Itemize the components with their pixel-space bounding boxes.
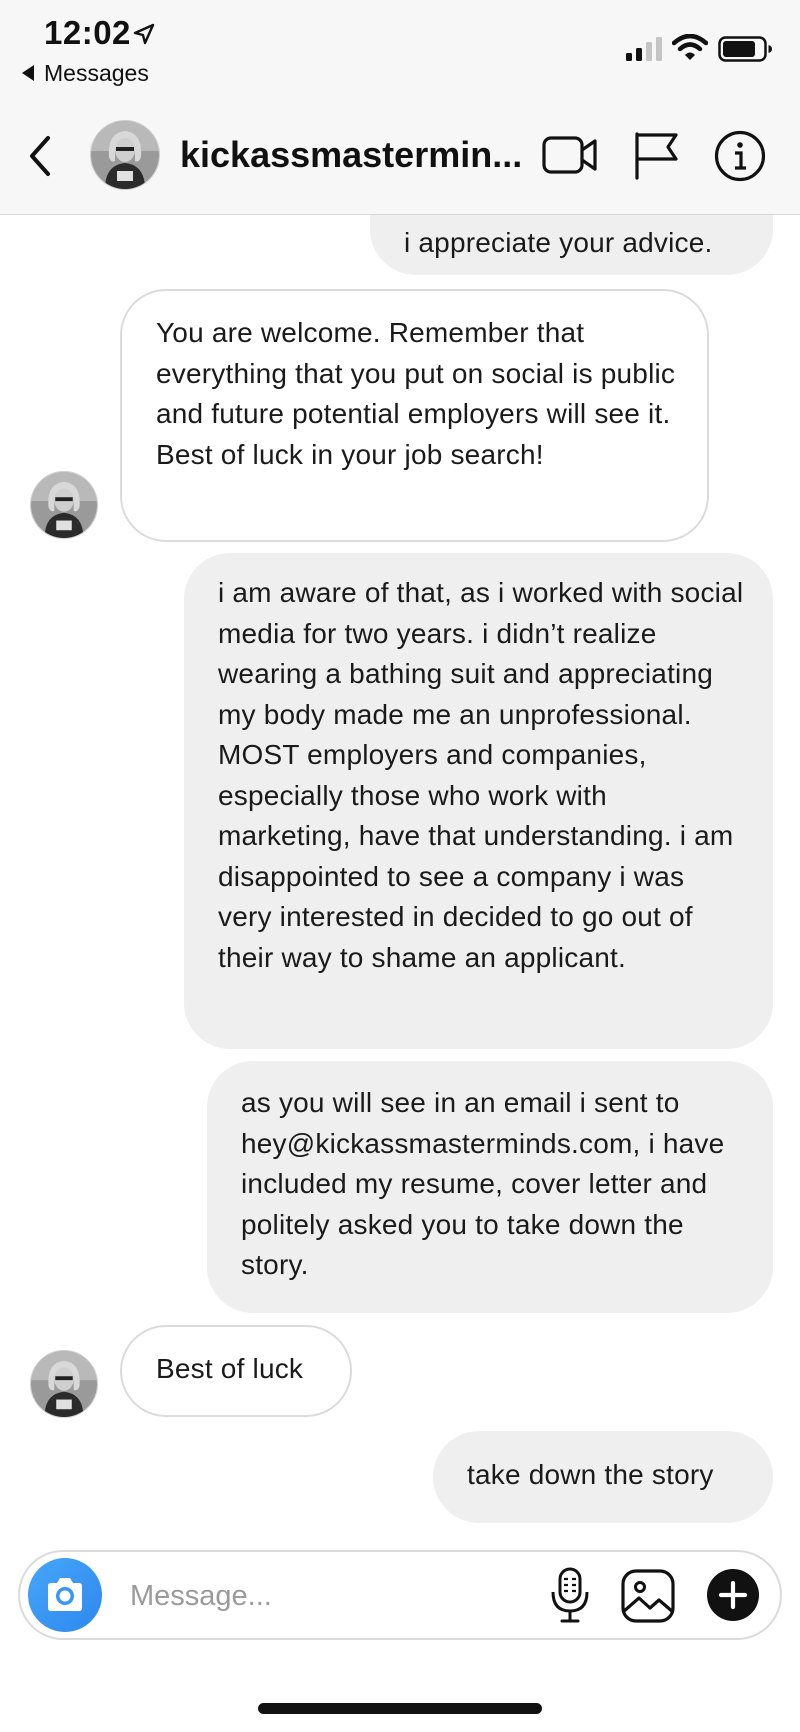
sender-avatar[interactable] (30, 471, 98, 539)
sender-avatar[interactable] (30, 1350, 98, 1418)
message-bubble-outgoing[interactable]: i appreciate your advice. (370, 215, 773, 275)
gallery-icon[interactable] (620, 1568, 676, 1624)
message-text: i appreciate your advice. (404, 227, 713, 258)
conversation-header: kickassmastermin... (0, 96, 800, 215)
message-bubble-outgoing[interactable]: i am aware of that, as i worked with soc… (184, 553, 773, 1049)
avatar-image (91, 121, 159, 189)
microphone-icon[interactable] (548, 1566, 594, 1624)
message-thread[interactable]: i appreciate your advice. You are welcom… (0, 215, 800, 1540)
status-bar: 12:02 Messages (0, 0, 800, 96)
back-chevron-icon[interactable] (22, 132, 58, 180)
add-icon[interactable] (706, 1568, 760, 1622)
status-time: 12:02 (44, 14, 131, 51)
avatar-image (31, 472, 97, 538)
contact-username[interactable]: kickassmastermin... (180, 134, 520, 176)
camera-icon (48, 1578, 82, 1611)
message-text: as you will see in an email i sent to he… (241, 1087, 725, 1280)
back-app-label: Messages (44, 59, 149, 86)
message-bubble-incoming[interactable]: You are welcome. Remember that everythin… (120, 289, 709, 542)
message-text: You are welcome. Remember that everythin… (156, 317, 676, 470)
cellular-signal-icon (626, 37, 662, 61)
wifi-icon (672, 34, 708, 60)
contact-avatar[interactable] (90, 120, 160, 190)
location-arrow-icon (133, 23, 155, 45)
message-text: i am aware of that, as i worked with soc… (218, 577, 744, 973)
message-bubble-outgoing[interactable]: as you will see in an email i sent to he… (207, 1061, 773, 1313)
message-bubble-outgoing[interactable]: take down the story (433, 1431, 773, 1523)
message-text: take down the story (467, 1459, 714, 1490)
back-triangle-icon (22, 65, 34, 81)
direct-message-screen: 12:02 Messages kickassmastermin... i app… (0, 0, 800, 1732)
back-to-app-link[interactable]: Messages (20, 60, 149, 86)
battery-icon (718, 36, 772, 62)
avatar-image (31, 1351, 97, 1417)
message-text: Best of luck (156, 1353, 304, 1384)
message-input[interactable] (128, 1570, 532, 1622)
info-icon[interactable] (714, 130, 766, 182)
message-bubble-incoming[interactable]: Best of luck (120, 1325, 352, 1417)
camera-button[interactable] (28, 1558, 102, 1632)
message-composer (18, 1550, 782, 1640)
video-call-icon[interactable] (542, 134, 598, 176)
home-indicator[interactable] (258, 1703, 542, 1714)
flag-icon[interactable] (632, 130, 680, 180)
